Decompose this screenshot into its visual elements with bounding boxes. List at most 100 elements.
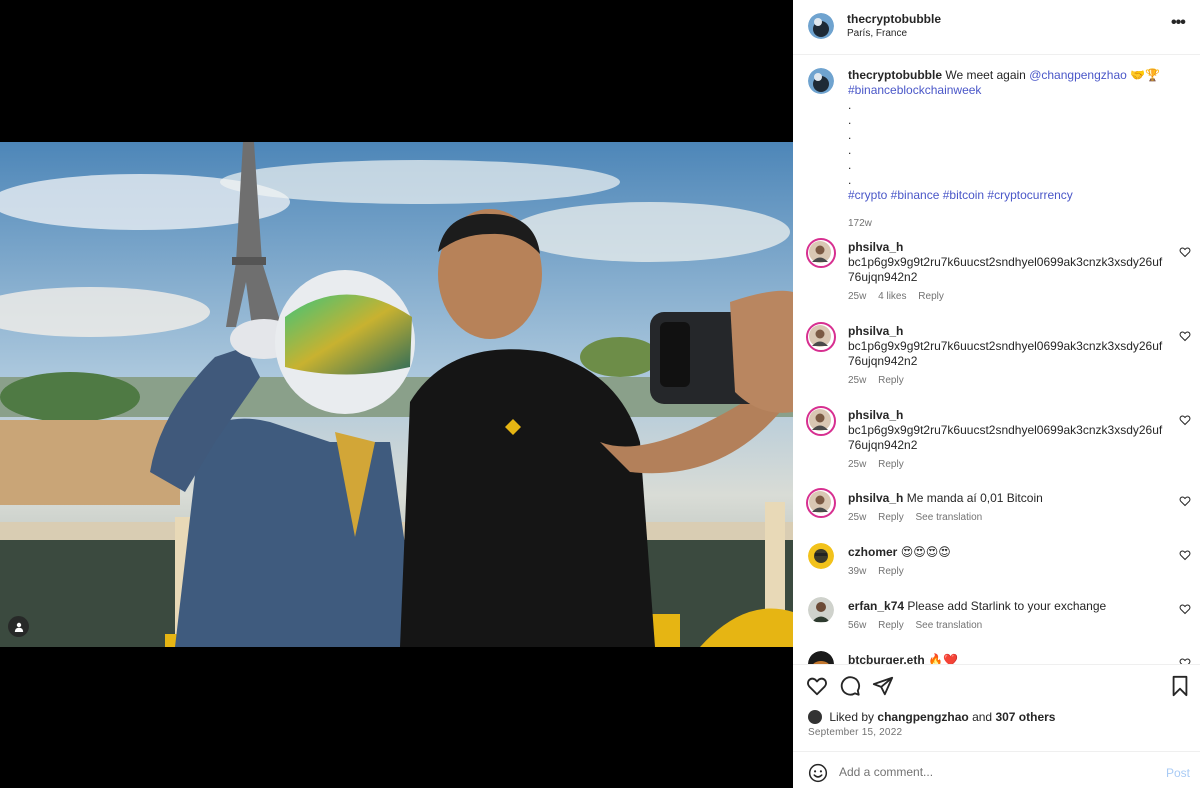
commenter-avatar[interactable] [806, 488, 836, 518]
commenter-avatar[interactable] [808, 597, 834, 623]
caption-mention[interactable]: @changpengzhao [1029, 68, 1127, 82]
comment-time[interactable]: 25w [848, 291, 866, 302]
reply-button[interactable]: Reply [878, 566, 904, 577]
comment-likes[interactable]: 4 likes [878, 291, 906, 302]
comment-text: bc1p6g9x9g9t2ru7k6uucst2sndhyel0699ak3cn… [848, 423, 1163, 452]
post-side-panel: thecryptobubble París, France ••• thecry… [793, 0, 1200, 788]
comment-body: phsilva_h bc1p6g9x9g9t2ru7k6uucst2sndhye… [848, 408, 1168, 453]
more-options-icon[interactable]: ••• [1171, 14, 1186, 32]
comment-meta: 39w Reply [848, 566, 913, 577]
caption-time[interactable]: 172w [848, 218, 872, 229]
comment-text: Please add Starlink to your exchange [907, 599, 1107, 613]
comment-text: bc1p6g9x9g9t2ru7k6uucst2sndhyel0699ak3cn… [848, 255, 1163, 284]
heart-icon[interactable] [1179, 246, 1191, 258]
heart-icon[interactable] [1179, 549, 1191, 561]
heart-icon[interactable] [1179, 495, 1191, 507]
comment-meta: 25w Reply [848, 459, 913, 470]
post-photo[interactable] [0, 142, 793, 647]
commenter-avatar[interactable] [806, 238, 836, 268]
comment-body: erfan_k74 Please add Starlink to your ex… [848, 599, 1168, 614]
liker-username[interactable]: changpengzhao [877, 710, 968, 724]
user-tag-icon [14, 622, 23, 632]
caption-avatar[interactable] [808, 68, 834, 94]
reply-button[interactable]: Reply [878, 375, 904, 386]
reply-button[interactable]: Reply [878, 512, 904, 523]
comment-body: phsilva_h bc1p6g9x9g9t2ru7k6uucst2sndhye… [848, 240, 1168, 285]
caption-body: thecryptobubble We meet again @changpeng… [848, 68, 1168, 203]
likes-summary: Liked by changpengzhao and 307 others [808, 710, 1055, 724]
commenter-avatar[interactable] [808, 651, 834, 664]
comment-username[interactable]: phsilva_h [848, 240, 903, 254]
emoji-icon[interactable] [808, 763, 828, 783]
heart-icon[interactable] [806, 675, 828, 697]
reply-button[interactable]: Reply [878, 620, 904, 631]
commenter-avatar[interactable] [808, 543, 834, 569]
author-username[interactable]: thecryptobubble [847, 12, 941, 26]
comment-username[interactable]: erfan_k74 [848, 599, 904, 613]
comment-icon[interactable] [839, 675, 861, 697]
share-icon[interactable] [872, 675, 894, 697]
comment-body: czhomer 😍😍😍😍 [848, 545, 1168, 560]
caption-hashtags[interactable]: #crypto #binance #bitcoin #cryptocurrenc… [848, 188, 1073, 202]
comment-body: btcburger.eth 🔥❤️ [848, 653, 1168, 664]
post-photo-illustration [0, 142, 793, 647]
comment-text: 😍😍😍😍 [900, 545, 951, 559]
caption-emojis: 🤝🏆 [1130, 68, 1161, 82]
post-location[interactable]: París, France [847, 28, 907, 39]
caption-text: We meet again [945, 68, 1026, 82]
heart-icon[interactable] [1179, 330, 1191, 342]
likes-and: and [972, 710, 993, 724]
comment-username[interactable]: czhomer [848, 545, 897, 559]
comment-username[interactable]: btcburger.eth [848, 653, 925, 664]
comment-text: bc1p6g9x9g9t2ru7k6uucst2sndhyel0699ak3cn… [848, 339, 1163, 368]
comment-meta: 25w 4 likes Reply [848, 291, 953, 302]
comment-input[interactable] [839, 762, 1139, 782]
comment-username[interactable]: phsilva_h [848, 324, 903, 338]
caption-dot: . [848, 128, 852, 142]
comment-time[interactable]: 25w [848, 512, 866, 523]
caption-dot: . [848, 98, 852, 112]
comment-username[interactable]: phsilva_h [848, 491, 903, 505]
comment-body: phsilva_h bc1p6g9x9g9t2ru7k6uucst2sndhye… [848, 324, 1168, 369]
caption-username[interactable]: thecryptobubble [848, 68, 942, 82]
comment-text: Me manda aí 0,01 Bitcoin [906, 491, 1043, 505]
heart-icon[interactable] [1179, 603, 1191, 615]
see-translation-button[interactable]: See translation [916, 620, 983, 631]
bookmark-icon[interactable] [1169, 675, 1191, 697]
author-avatar[interactable] [808, 13, 834, 39]
comment-text: 🔥❤️ [928, 653, 958, 664]
liker-avatar[interactable] [808, 710, 822, 724]
post-comment-button[interactable]: Post [1166, 766, 1190, 780]
comment-meta: 25w Reply [848, 375, 913, 386]
caption-dot: . [848, 173, 852, 187]
comment-time[interactable]: 39w [848, 566, 866, 577]
comment-time[interactable]: 56w [848, 620, 866, 631]
post-media-area [0, 0, 793, 788]
reply-button[interactable]: Reply [918, 291, 944, 302]
comment-composer: Post [793, 751, 1200, 788]
post-date[interactable]: September 15, 2022 [808, 727, 902, 738]
reply-button[interactable]: Reply [878, 459, 904, 470]
commenter-avatar[interactable] [806, 322, 836, 352]
heart-icon[interactable] [1179, 657, 1191, 664]
comment-time[interactable]: 25w [848, 459, 866, 470]
see-translation-button[interactable]: See translation [916, 512, 983, 523]
likes-others[interactable]: 307 others [995, 710, 1055, 724]
likes-prefix: Liked by [829, 710, 875, 724]
comment-body: phsilva_h Me manda aí 0,01 Bitcoin [848, 491, 1168, 506]
caption-dot: . [848, 158, 852, 172]
caption-meta: 172w [848, 218, 881, 229]
comment-time[interactable]: 25w [848, 375, 866, 386]
comments-list[interactable]: thecryptobubble We meet again @changpeng… [793, 56, 1200, 664]
post-header: thecryptobubble París, France ••• [793, 0, 1200, 55]
caption-hashtag[interactable]: #binanceblockchainweek [848, 83, 981, 97]
user-tag-button[interactable] [8, 616, 29, 637]
comment-meta: 56w Reply See translation [848, 620, 991, 631]
caption-dot: . [848, 113, 852, 127]
caption-dots: . . . . . . [848, 98, 1168, 188]
comment-meta: 25w Reply See translation [848, 512, 991, 523]
commenter-avatar[interactable] [806, 406, 836, 436]
comment-username[interactable]: phsilva_h [848, 408, 903, 422]
heart-icon[interactable] [1179, 414, 1191, 426]
post-actions: Liked by changpengzhao and 307 others Se… [793, 664, 1200, 751]
